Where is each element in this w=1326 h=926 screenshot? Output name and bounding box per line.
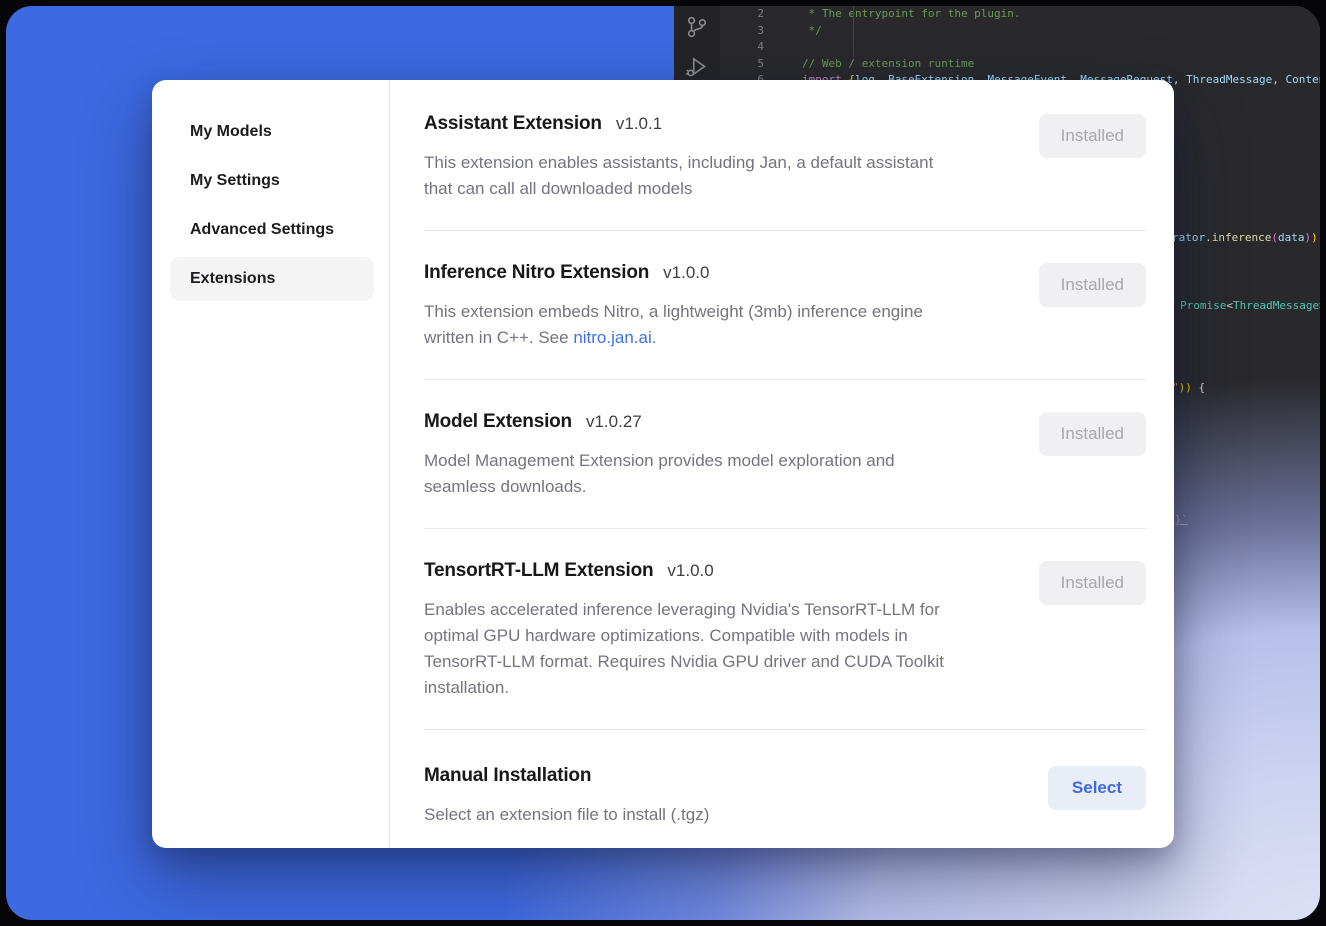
extension-description: Enables accelerated inference leveraging… bbox=[424, 597, 944, 701]
extension-version: v1.0.27 bbox=[586, 412, 642, 432]
desktop-canvas: 2 * The entrypoint for the plugin.3 */45… bbox=[6, 6, 1320, 920]
extension-version: v1.0.0 bbox=[667, 561, 713, 581]
code-text: // Web / extension runtime bbox=[802, 56, 974, 73]
code-token: > bbox=[1319, 299, 1320, 312]
code-token: , bbox=[1173, 73, 1186, 86]
sidebar-item-advanced-settings[interactable]: Advanced Settings bbox=[170, 208, 374, 252]
code-token: data bbox=[1278, 231, 1305, 244]
description-text: optimal GPU hardware optimizations. Comp… bbox=[424, 626, 908, 645]
extension-info: TensortRT-LLM Extension v1.0.0 Enables acc… bbox=[424, 557, 944, 701]
extension-version: v1.0.1 bbox=[616, 114, 662, 134]
code-token: { bbox=[1192, 381, 1205, 394]
run-debug-icon[interactable] bbox=[684, 54, 710, 80]
line-number: 2 bbox=[720, 6, 764, 23]
sidebar-item-extensions[interactable]: Extensions bbox=[170, 257, 374, 301]
indent-guide bbox=[853, 6, 854, 56]
code-token: ContentType, bbox=[1286, 73, 1320, 86]
code-line: 4 bbox=[720, 39, 1320, 56]
code-lines: 2 * The entrypoint for the plugin.3 */45… bbox=[720, 6, 1320, 89]
code-line: 2 * The entrypoint for the plugin. bbox=[720, 6, 1320, 23]
extension-description: Select an extension file to install (.tg… bbox=[424, 802, 709, 828]
code-fragment: rator.inference(data)); bbox=[1172, 230, 1320, 247]
extension-head: Model Extension v1.0.27 bbox=[424, 408, 895, 436]
code-token: Promise bbox=[1180, 299, 1226, 312]
extension-head: TensortRT-LLM Extension v1.0.0 bbox=[424, 557, 944, 585]
installed-badge-tensortrt-llm-extension[interactable]: Installed bbox=[1039, 561, 1146, 605]
extension-info: Manual Installation Select an extension f… bbox=[424, 762, 709, 828]
extension-head: Inference Nitro Extension v1.0.0 bbox=[424, 259, 923, 287]
extension-row-assistant-extension: Assistant Extension v1.0.1 This extension … bbox=[424, 80, 1146, 231]
installed-badge-assistant-extension[interactable]: Installed bbox=[1039, 114, 1146, 158]
installed-badge-model-extension[interactable]: Installed bbox=[1039, 412, 1146, 456]
extension-title: Assistant Extension bbox=[424, 110, 602, 138]
extension-title: Inference Nitro Extension bbox=[424, 259, 649, 287]
description-text: that can call all downloaded models bbox=[424, 179, 692, 198]
extension-row-model-extension: Model Extension v1.0.27 Model Management E… bbox=[424, 380, 1146, 529]
extension-info: Assistant Extension v1.0.1 This extension … bbox=[424, 110, 933, 202]
settings-modal: My Models My Settings Advanced Settings Ext… bbox=[152, 80, 1174, 848]
extension-row-manual-installation: Manual Installation Select an extension f… bbox=[424, 730, 1146, 848]
extension-description: This extension enables assistants, inclu… bbox=[424, 150, 933, 202]
code-token: )) bbox=[1179, 381, 1192, 394]
description-text: Enables accelerated inference leveraging… bbox=[424, 600, 940, 619]
description-text: TensorRT-LLM format. Requires Nvidia GPU… bbox=[424, 652, 944, 671]
description-text: Select an extension file to install (.tg… bbox=[424, 805, 709, 824]
description-text: Model Management Extension provides mode… bbox=[424, 451, 895, 470]
description-text: This extension embeds Nitro, a lightweig… bbox=[424, 302, 923, 321]
extensions-panel: Assistant Extension v1.0.1 This extension … bbox=[390, 80, 1174, 848]
code-token: , bbox=[1272, 73, 1285, 86]
installed-badge-inference-nitro-extension[interactable]: Installed bbox=[1039, 263, 1146, 307]
extension-title: Manual Installation bbox=[424, 762, 591, 790]
code-text: */ bbox=[802, 23, 822, 40]
extension-title: TensortRT-LLM Extension bbox=[424, 557, 653, 585]
code-token: */ bbox=[802, 24, 822, 37]
code-fragment: ")) { bbox=[1172, 380, 1205, 397]
extension-description: Model Management Extension provides mode… bbox=[424, 448, 895, 500]
extension-version: v1.0.0 bbox=[663, 263, 709, 283]
code-token: rator bbox=[1172, 231, 1205, 244]
description-text: written in C++. See bbox=[424, 328, 573, 347]
settings-sidebar-list: My Models My Settings Advanced Settings Ext… bbox=[170, 110, 374, 301]
code-token: ThreadMessage bbox=[1233, 299, 1319, 312]
code-token: ThreadMessage bbox=[1186, 73, 1272, 86]
code-token: * The entrypoint for the plugin. bbox=[802, 7, 1021, 20]
extension-head: Assistant Extension v1.0.1 bbox=[424, 110, 933, 138]
line-number: 5 bbox=[720, 56, 764, 73]
screen-reader-mode-button[interactable]: Screen Reader Optimized bbox=[1191, 654, 1320, 672]
description-text: seamless downloads. bbox=[424, 477, 587, 496]
select-extension-file-button[interactable]: Select bbox=[1048, 766, 1146, 810]
extension-info: Model Extension v1.0.27 Model Management E… bbox=[424, 408, 895, 500]
code-token: . bbox=[1205, 231, 1212, 244]
code-token: ( bbox=[1271, 231, 1278, 244]
extension-row-inference-nitro-extension: Inference Nitro Extension v1.0.0 This exte… bbox=[424, 231, 1146, 380]
code-text: * The entrypoint for the plugin. bbox=[802, 6, 1021, 23]
extension-info: Inference Nitro Extension v1.0.0 This exte… bbox=[424, 259, 923, 351]
extension-description: This extension embeds Nitro, a lightweig… bbox=[424, 299, 923, 351]
code-line: 5 // Web / extension runtime bbox=[720, 56, 1320, 73]
code-token: inference bbox=[1212, 231, 1272, 244]
sidebar-item-my-models[interactable]: My Models bbox=[170, 110, 374, 154]
line-number: 3 bbox=[720, 23, 764, 40]
code-token: // Web / extension runtime bbox=[802, 57, 974, 70]
extension-title: Model Extension bbox=[424, 408, 572, 436]
code-token: ; bbox=[1318, 231, 1320, 244]
description-text: This extension enables assistants, inclu… bbox=[424, 153, 933, 172]
nitro-jan-ai-link[interactable]: nitro.jan.ai. bbox=[573, 328, 656, 347]
code-token: < bbox=[1226, 299, 1233, 312]
extension-row-tensortrt-llm-extension: TensortRT-LLM Extension v1.0.0 Enables acc… bbox=[424, 529, 1146, 730]
extension-list: Assistant Extension v1.0.1 This extension … bbox=[424, 80, 1146, 848]
description-text: installation. bbox=[424, 678, 509, 697]
line-number: 4 bbox=[720, 39, 764, 56]
settings-sidebar: My Models My Settings Advanced Settings Ext… bbox=[152, 80, 390, 848]
code-token: ) bbox=[1311, 231, 1318, 244]
code-line: 3 */ bbox=[720, 23, 1320, 40]
extension-head: Manual Installation bbox=[424, 762, 709, 790]
sidebar-item-my-settings[interactable]: My Settings bbox=[170, 159, 374, 203]
code-fragment: Promise<ThreadMessage> bbox=[1180, 298, 1320, 315]
source-control-icon[interactable] bbox=[684, 14, 710, 40]
